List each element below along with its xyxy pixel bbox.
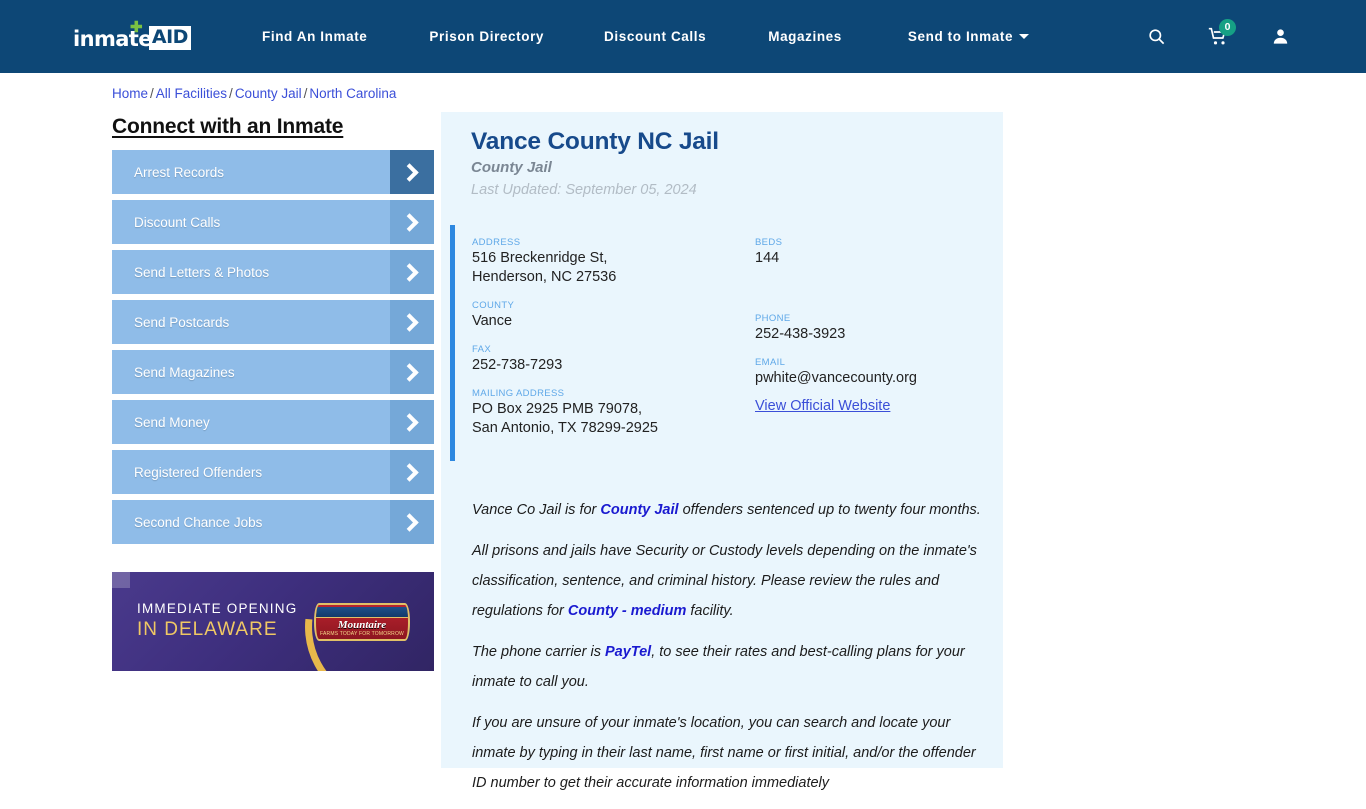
breadcrumb-item-home[interactable]: Home [112,86,148,101]
cart-icon[interactable]: 0 [1200,18,1236,55]
p2-text-c: facility. [686,603,734,619]
p1-text-c: offenders sentenced up to twenty four mo… [678,502,981,518]
nav-link-discount-calls[interactable]: Discount Calls [604,29,706,44]
sidebar-item-send-magazines[interactable]: Send Magazines [112,350,434,394]
info-value-beds: 144 [755,250,780,266]
sidebar-item-label: Send Letters & Photos [134,264,270,280]
mountaire-logo: Mountaire FARMS TODAY FOR TOMORROW [314,603,410,641]
info-label-address: ADDRESS [472,237,521,248]
info-value-phone: 252-438-3923 [755,326,846,342]
ad-logo-brand: Mountaire [337,619,387,631]
chevron-right-icon [390,500,434,544]
p1-text-a: Vance Co Jail is for [472,502,601,518]
p3-highlight-paytel: PayTel [604,644,652,660]
search-icon[interactable] [1138,19,1174,55]
info-value-email: pwhite@vancecounty.org [755,370,917,386]
ad-logo-banner [316,607,408,618]
sidebar-item-registered-offenders[interactable]: Registered Offenders [112,450,434,494]
chevron-right-icon [390,200,434,244]
ad-headline-line2: IN DELAWARE [137,619,278,641]
top-navbar: inmate AID ✚ Find An Inmate Prison Direc… [0,0,1366,73]
description-paragraph-1: Vance Co Jail is for County Jail offende… [472,495,984,525]
p1-highlight-county-jail: County Jail [600,502,679,518]
p3-text-a: The phone carrier is [472,644,605,660]
sidebar-ad-banner[interactable]: IMMEDIATE OPENING IN DELAWARE Mountaire … [112,572,434,671]
sidebar-item-label: Send Money [134,414,210,430]
chevron-right-icon [390,250,434,294]
sidebar-item-label: Send Postcards [134,314,230,330]
breadcrumb-item-north-carolina[interactable]: North Carolina [309,86,396,101]
green-cross-icon: ✚ [130,19,143,36]
description-paragraph-4: If you are unsure of your inmate's locat… [472,715,976,791]
sidebar-item-label: Second Chance Jobs [134,514,263,530]
sidebar-item-second-chance-jobs[interactable]: Second Chance Jobs [112,500,434,544]
info-label-county: COUNTY [472,300,515,311]
p2-highlight-county-medium: County - medium [567,603,687,619]
sidebar-item-send-postcards[interactable]: Send Postcards [112,300,434,344]
nav-icon-group: 0 [1138,0,1298,73]
facility-info-column-right: BEDS 144 PHONE 252-438-3923 EMAIL pwhite… [755,236,985,415]
view-official-website-link[interactable]: View Official Website [755,398,890,414]
sidebar-item-discount-calls[interactable]: Discount Calls [112,200,434,244]
breadcrumb-separator: / [229,86,233,101]
page-title: Vance County NC Jail [471,128,719,155]
logo-text-aid: AID [148,26,191,50]
primary-nav: Find An Inmate Prison Directory Discount… [262,0,1030,73]
info-value-address: 516 Breckenridge St, Henderson, NC 27536 [472,250,617,285]
ad-text-block: IMMEDIATE OPENING IN DELAWARE [137,600,297,642]
sidebar-item-label: Arrest Records [134,164,225,180]
sidebar-item-send-letters-photos[interactable]: Send Letters & Photos [112,250,434,294]
last-updated-text: Last Updated: September 05, 2024 [471,182,697,198]
cart-count-badge: 0 [1219,18,1236,36]
sidebar-title: Connect with an Inmate [112,115,344,138]
facility-description: Vance Co Jail is for County Jail offende… [472,495,984,809]
sidebar-item-arrest-records[interactable]: Arrest Records [112,150,434,194]
info-value-county: Vance [472,313,513,329]
sidebar-item-label: Discount Calls [134,214,221,230]
info-panel-accent-bar [450,225,455,461]
info-value-fax: 252-738-7293 [472,357,563,373]
info-label-email: EMAIL [755,357,786,368]
ad-headline-line1: IMMEDIATE OPENING [137,601,298,616]
sidebar-item-label: Send Magazines [134,364,235,380]
chevron-right-icon [390,400,434,444]
sidebar-item-label: Registered Offenders [134,464,263,480]
ad-corner-accent [112,572,130,588]
facility-detail-panel: Vance County NC Jail County Jail Last Up… [441,112,1003,791]
facility-info-column-left: ADDRESS 516 Breckenridge St, Henderson, … [472,236,747,450]
breadcrumb-item-county-jail[interactable]: County Jail [235,86,302,101]
breadcrumb-separator: / [303,86,308,101]
sidebar-item-send-money[interactable]: Send Money [112,400,434,444]
sidebar: Connect with an Inmate Arrest Records Di… [112,112,434,550]
ad-logo-tagline: FARMS TODAY FOR TOMORROW [320,631,404,637]
facility-type-subtitle: County Jail [471,159,552,176]
user-account-icon[interactable] [1262,19,1298,55]
info-label-mailing-address: MAILING ADDRESS [472,388,565,399]
chevron-down-icon [1019,34,1030,39]
nav-link-find-an-inmate[interactable]: Find An Inmate [262,29,367,44]
description-paragraph-2: All prisons and jails have Security or C… [472,536,984,626]
info-value-mailing-address: PO Box 2925 PMB 79078, San Antonio, TX 7… [472,401,658,436]
info-label-phone: PHONE [755,313,791,324]
chevron-right-icon [390,150,434,194]
breadcrumb-separator: / [150,86,154,101]
breadcrumb-item-all-facilities[interactable]: All Facilities [156,86,227,101]
chevron-right-icon [390,450,434,494]
nav-link-magazines[interactable]: Magazines [768,29,842,44]
chevron-right-icon [390,300,434,344]
nav-link-prison-directory[interactable]: Prison Directory [429,29,544,44]
breadcrumb: Home / All Facilities / County Jail / North Ca… [112,86,396,101]
info-label-beds: BEDS [755,237,783,248]
nav-link-send-to-inmate-label: Send to Inmate [907,29,1014,44]
nav-link-send-to-inmate[interactable]: Send to Inmate [907,29,1030,44]
description-paragraph-3: The phone carrier is PayTel, to see thei… [472,637,984,697]
info-label-fax: FAX [472,344,492,355]
chevron-right-icon [390,350,434,394]
